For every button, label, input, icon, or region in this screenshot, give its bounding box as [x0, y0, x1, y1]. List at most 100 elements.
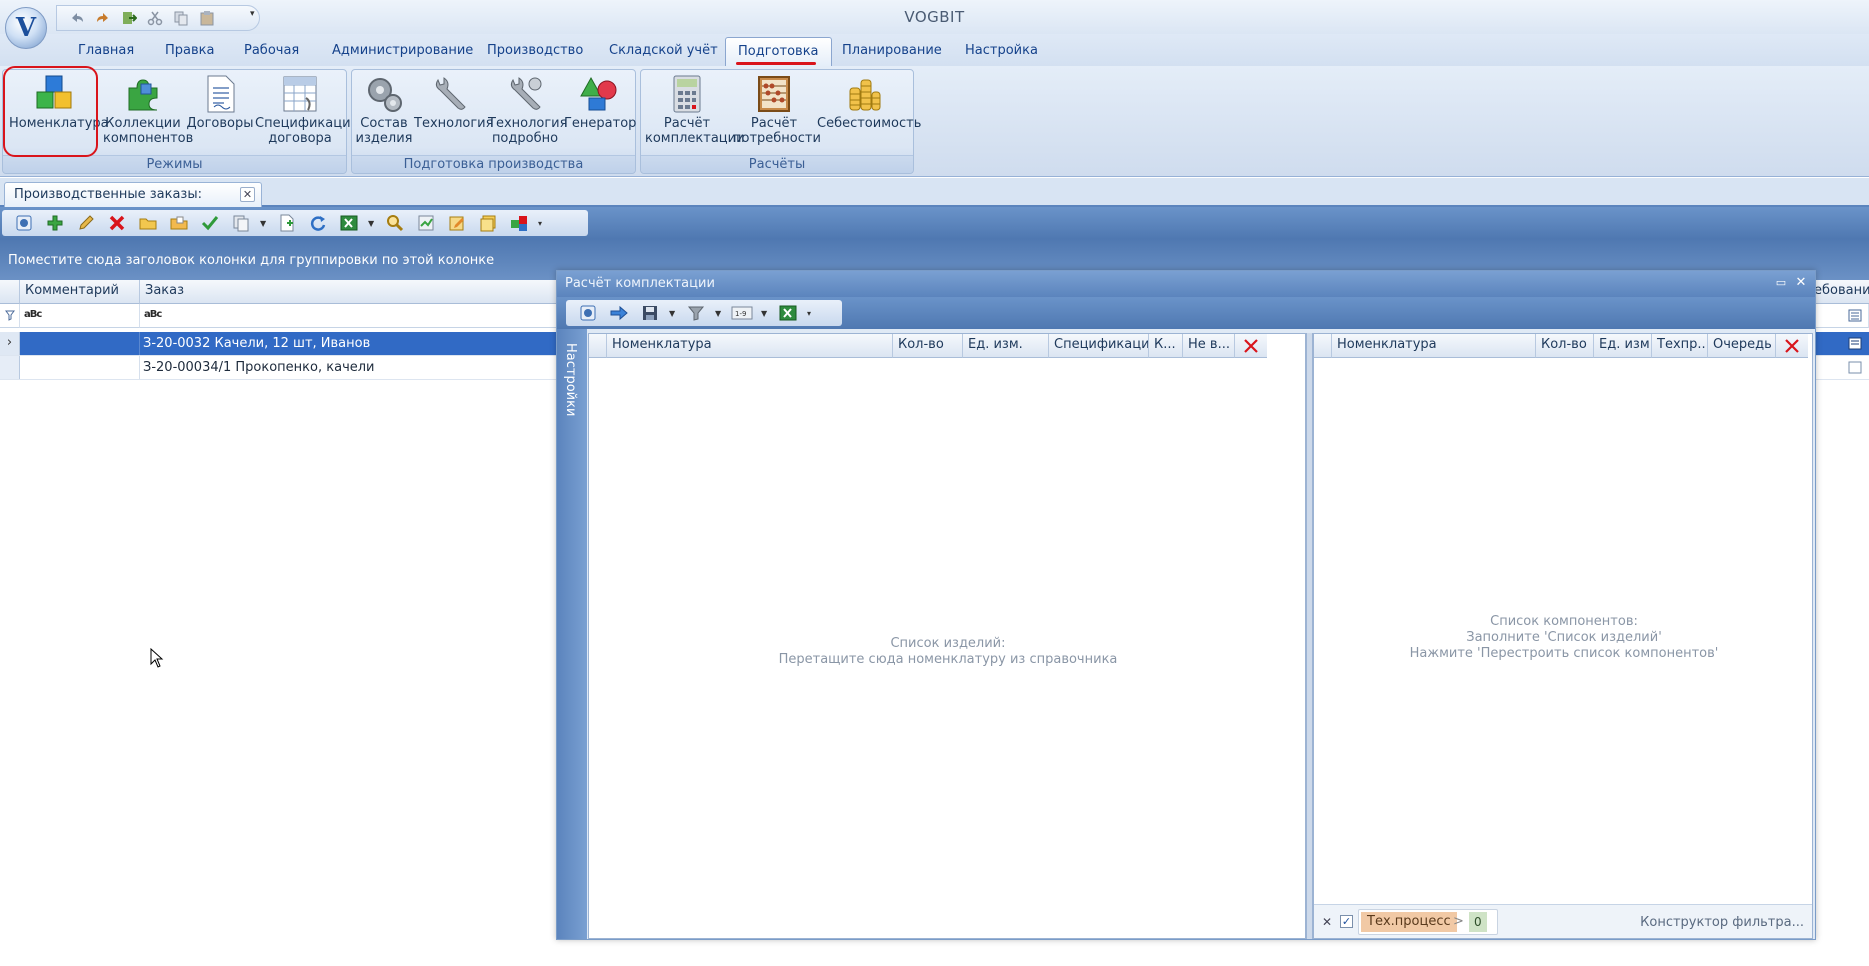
- tab-edit[interactable]: Правка: [153, 40, 226, 64]
- column-header-k[interactable]: К...: [1149, 334, 1183, 358]
- filter-enable-checkbox[interactable]: ✓: [1340, 915, 1353, 928]
- excel-export-icon[interactable]: [776, 302, 800, 324]
- filter-cell-order[interactable]: aBc: [140, 304, 560, 328]
- toolbar-overflow-icon[interactable]: ▾: [807, 309, 815, 318]
- report-icon[interactable]: [414, 212, 438, 234]
- completeness-calc-button[interactable]: Расчёт комплектации: [645, 74, 745, 154]
- technology-button[interactable]: Технология: [414, 74, 493, 154]
- copy-rows-icon[interactable]: [229, 212, 253, 234]
- filter-expression[interactable]: Тех.процесс > 0: [1358, 909, 1498, 935]
- column-header-not-in[interactable]: Не в...: [1183, 334, 1235, 358]
- technology-detailed-label-1: Технология: [488, 116, 568, 131]
- document-tab-current-orders[interactable]: Производственные заказы: текущие ✕: [4, 182, 262, 225]
- tab-home[interactable]: Главная: [66, 40, 146, 64]
- contract-specification-button[interactable]: Спецификация договора: [255, 74, 358, 154]
- generator-button[interactable]: Генератор: [564, 74, 636, 154]
- tab-administration[interactable]: Администрирование: [320, 40, 485, 64]
- column-header-comment[interactable]: Комментарий: [20, 280, 140, 304]
- filter-cell-comment[interactable]: aBc: [20, 304, 140, 328]
- copy-dropdown-icon[interactable]: ▼: [260, 219, 268, 228]
- contracts-label: Договоры: [186, 116, 254, 131]
- add-icon[interactable]: [43, 212, 67, 234]
- products-corner-header[interactable]: [589, 334, 607, 358]
- properties-icon[interactable]: [576, 302, 600, 324]
- filter-dropdown-icon[interactable]: ▼: [715, 309, 723, 318]
- folder-note-icon[interactable]: [167, 212, 191, 234]
- app-logo[interactable]: V: [5, 7, 47, 49]
- tab-warehouse[interactable]: Складской учёт: [597, 40, 730, 64]
- grid-corner-header[interactable]: [0, 280, 20, 304]
- column-header-nomenclature[interactable]: Номенклатура: [607, 334, 893, 358]
- filter-icon[interactable]: [684, 302, 708, 324]
- column-header-quantity[interactable]: Кол-во: [893, 334, 963, 358]
- column-header-unit[interactable]: Ед. изм.: [963, 334, 1049, 358]
- row-note-icon[interactable]: [1848, 337, 1862, 351]
- properties-icon[interactable]: [12, 212, 36, 234]
- cost-price-button[interactable]: Себестоимость: [817, 74, 921, 154]
- excel-dropdown-icon[interactable]: ▼: [368, 219, 376, 228]
- arrow-right-icon[interactable]: [607, 302, 631, 324]
- note-edit-icon[interactable]: [445, 212, 469, 234]
- calc-window-toolbar-bar: ▼ ▼ 1-9 ▼ ▾: [557, 297, 1815, 329]
- column-header-order[interactable]: Заказ: [140, 280, 560, 304]
- notes-icon[interactable]: [476, 212, 500, 234]
- cell-order[interactable]: З-20-00034/1 Прокопенко, качели: [143, 360, 375, 375]
- cell-comment[interactable]: [20, 332, 140, 355]
- shapes-icon: [578, 74, 620, 114]
- folder-icon[interactable]: [136, 212, 160, 234]
- product-composition-button[interactable]: Состав изделия: [354, 74, 414, 154]
- excel-export-icon[interactable]: [337, 212, 361, 234]
- product-composition-label-2: изделия: [355, 131, 413, 146]
- edit-pencil-icon[interactable]: [74, 212, 98, 234]
- filter-options-icon[interactable]: [1848, 309, 1862, 323]
- column-header-unit[interactable]: Ед. изм.: [1594, 334, 1652, 358]
- technology-detailed-button[interactable]: Технология подробно: [488, 74, 568, 154]
- calc-window-titlebar[interactable]: Расчёт комплектации ▭ ✕: [557, 271, 1815, 297]
- settings-side-tab[interactable]: Настройки: [557, 329, 587, 939]
- components-corner-header[interactable]: [1314, 334, 1332, 358]
- filter-clear-icon[interactable]: ✕: [1322, 915, 1332, 929]
- tab-planning[interactable]: Планирование: [830, 40, 954, 64]
- column-header-queue[interactable]: Очередь: [1708, 334, 1776, 358]
- filter-operator[interactable]: >: [1453, 912, 1464, 932]
- column-header-nomenclature[interactable]: Номенклатура: [1332, 334, 1536, 358]
- column-header-tech-process[interactable]: Техпр...: [1652, 334, 1708, 358]
- components-icon[interactable]: [507, 212, 531, 234]
- calc-window-title: Расчёт комплектации: [565, 276, 715, 291]
- filter-constructor-link[interactable]: Конструктор фильтра...: [1640, 915, 1804, 930]
- puzzle-icon: [122, 74, 164, 114]
- components-list-pane: Номенклатура Кол-во Ед. изм. Техпр... Оч…: [1313, 333, 1813, 939]
- clear-components-icon[interactable]: [1776, 334, 1808, 358]
- save-dropdown-icon[interactable]: ▼: [669, 309, 677, 318]
- tab-settings[interactable]: Настройка: [953, 40, 1050, 64]
- row-note-icon[interactable]: [1848, 361, 1862, 375]
- tab-production[interactable]: Производство: [475, 40, 595, 64]
- filter-field[interactable]: Тех.процесс: [1361, 912, 1457, 932]
- pane-splitter[interactable]: ⋮: [1306, 333, 1319, 939]
- document-tab-close-icon[interactable]: ✕: [240, 187, 255, 202]
- cell-order[interactable]: З-20-0032 Качели, 12 шт, Иванов: [143, 336, 370, 351]
- demand-calc-button[interactable]: Расчёт потребности: [733, 74, 821, 154]
- refresh-icon[interactable]: [306, 212, 330, 234]
- toolbar-overflow-icon[interactable]: ▾: [538, 219, 546, 228]
- column-header-specification[interactable]: Спецификация: [1049, 334, 1149, 358]
- tab-work[interactable]: Рабочая: [232, 40, 311, 64]
- title-bar: ▾ VOGBIT: [0, 0, 1869, 34]
- new-document-icon[interactable]: [275, 212, 299, 234]
- component-collections-button[interactable]: Коллекции компонентов: [103, 74, 193, 154]
- logo-letter: V: [15, 13, 37, 43]
- calc-window-toolbar: ▼ ▼ 1-9 ▼ ▾: [566, 300, 842, 326]
- numbering-dropdown-icon[interactable]: ▼: [761, 309, 769, 318]
- save-icon[interactable]: [638, 302, 662, 324]
- cell-comment[interactable]: [20, 356, 140, 379]
- clear-products-icon[interactable]: [1235, 334, 1267, 358]
- column-header-quantity[interactable]: Кол-во: [1536, 334, 1594, 358]
- close-icon[interactable]: ✕: [1793, 275, 1809, 291]
- delete-icon[interactable]: [105, 212, 129, 234]
- maximize-icon[interactable]: ▭: [1773, 275, 1789, 291]
- check-icon[interactable]: [198, 212, 222, 234]
- contracts-button[interactable]: Договоры: [185, 74, 255, 154]
- numbering-icon[interactable]: 1-9: [730, 302, 754, 324]
- filter-value[interactable]: 0: [1469, 912, 1487, 932]
- find-icon[interactable]: [383, 212, 407, 234]
